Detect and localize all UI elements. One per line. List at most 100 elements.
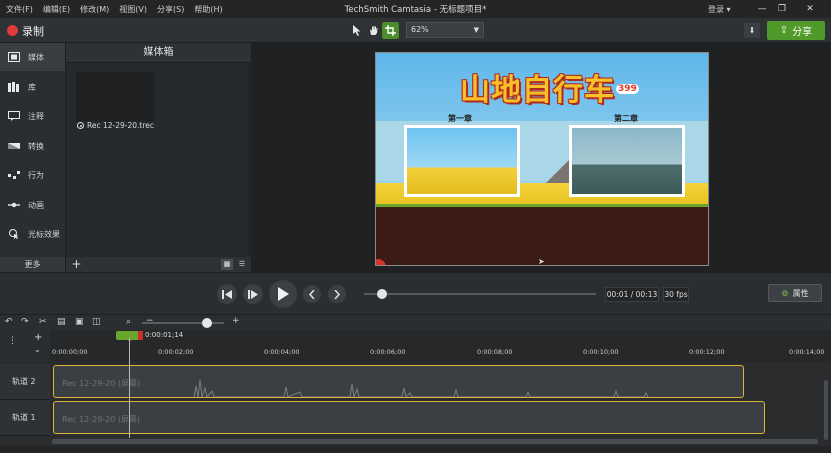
step-forward-button[interactable] xyxy=(243,284,263,304)
media-file-name: Rec 12-29-20.trec xyxy=(87,121,155,130)
login-button[interactable]: 登录 ▾ xyxy=(708,4,731,15)
track-1-header[interactable]: 轨道 1 xyxy=(0,400,50,436)
transition-icon xyxy=(7,141,21,151)
ruler-tick-label: 0:00:00;00 xyxy=(52,348,88,356)
track-2-clip[interactable]: Rec 12-29-20 (屏幕) xyxy=(53,365,744,398)
timeline-zoom-handle[interactable] xyxy=(202,318,212,328)
zoom-in-icon[interactable]: + xyxy=(232,316,240,326)
previous-marker-button[interactable] xyxy=(303,285,321,303)
gear-icon: ⚙ xyxy=(781,288,789,298)
game-brand-logo: 399 xyxy=(616,84,639,94)
zoom-out-icon[interactable]: − xyxy=(146,316,154,326)
video-preview[interactable]: 山地自行车 399 第一章 第二章 ➤ xyxy=(375,52,709,266)
menu-share[interactable]: 分享(S) xyxy=(157,4,184,15)
ruler-corner: ⋮ + ⌄ xyxy=(0,330,50,362)
track-name: 轨道 1 xyxy=(12,413,36,422)
nav-item-cursor-effects[interactable]: 光标效果 xyxy=(0,220,65,248)
media-thumbnail[interactable] xyxy=(76,72,154,121)
nav-item-annotations[interactable]: 注释 xyxy=(0,102,65,130)
paste-icon[interactable]: ▣ xyxy=(75,317,84,327)
track-name: 轨道 2 xyxy=(12,377,36,386)
minimize-icon[interactable]: — xyxy=(752,2,772,16)
nav-item-media[interactable]: 媒体 xyxy=(0,43,65,71)
record-button[interactable]: 录制 xyxy=(22,23,44,39)
cut-icon[interactable]: ✂ xyxy=(39,317,47,327)
mouse-cursor-icon: ➤ xyxy=(538,257,545,266)
menu-list: 文件(F) 编辑(E) 修改(M) 视图(V) 分享(S) 帮助(H) xyxy=(0,4,223,15)
main-toolbar: 录制 62% ▼ ⬇ ⇪ 分享 xyxy=(0,18,831,43)
menu-modify[interactable]: 修改(M) xyxy=(80,4,109,15)
chevron-down-icon: ▼ xyxy=(473,26,479,34)
playhead-out-marker[interactable] xyxy=(138,331,143,340)
chapter-1-label: 第一章 xyxy=(448,114,472,123)
media-bin-title: 媒体箱 xyxy=(66,43,251,63)
left-tool-nav: 媒体 库 注释 转换 行为 动画 光标效果 更多 xyxy=(0,43,65,272)
ruler-ticks: 0:00:00;00 0:00:02;00 0:00:04;00 0:00:06… xyxy=(52,346,831,362)
play-button[interactable] xyxy=(269,280,297,308)
copy-icon[interactable]: ▤ xyxy=(57,317,66,327)
track-2-header[interactable]: 轨道 2 xyxy=(0,364,50,400)
restore-icon[interactable]: ❐ xyxy=(772,2,792,16)
menu-view[interactable]: 视图(V) xyxy=(119,4,147,15)
menu-help[interactable]: 帮助(H) xyxy=(194,4,222,15)
recording-icon xyxy=(77,122,84,129)
ruler-tick-label: 0:00:06;00 xyxy=(370,348,406,356)
nav-label: 媒体 xyxy=(28,52,44,62)
properties-label: 属性 xyxy=(792,288,809,298)
chevron-down-icon[interactable]: ⌄ xyxy=(34,345,41,354)
step-back-button[interactable] xyxy=(217,284,237,304)
scrubber-handle[interactable] xyxy=(376,289,387,299)
chapter-2-label: 第二章 xyxy=(614,114,638,123)
split-icon[interactable]: ◫ xyxy=(92,317,101,327)
magnet-icon[interactable]: ⋮ xyxy=(8,336,17,346)
animation-icon xyxy=(7,200,21,210)
more-button[interactable]: 更多 xyxy=(0,257,65,272)
ruler-tick-label: 0:00:14;00 xyxy=(789,348,825,356)
record-icon[interactable] xyxy=(7,25,18,36)
add-media-icon[interactable]: + xyxy=(70,258,83,271)
nav-label: 转换 xyxy=(28,141,44,151)
nav-label: 行为 xyxy=(28,170,44,180)
timeline-toolbar: ↶ ↷ ✂ ▤ ▣ ◫ ⌕ − + xyxy=(0,314,831,330)
nav-item-library[interactable]: 库 xyxy=(0,73,65,101)
timeline-vertical-scrollbar[interactable] xyxy=(824,380,828,440)
ruler-tick-label: 0:00:12;00 xyxy=(689,348,725,356)
add-track-icon[interactable]: + xyxy=(34,332,42,343)
media-bin-footer: + ▦ ☰ xyxy=(66,257,251,272)
nav-item-animations[interactable]: 动画 xyxy=(0,191,65,219)
library-icon xyxy=(7,82,21,92)
nav-item-behaviors[interactable]: 行为 xyxy=(0,161,65,189)
ruler-tick-label: 0:00:02;00 xyxy=(158,348,194,356)
scrubber-track[interactable] xyxy=(364,293,596,295)
crop-tool-icon[interactable] xyxy=(382,22,399,39)
menu-edit[interactable]: 编辑(E) xyxy=(43,4,70,15)
grid-view-icon[interactable]: ▦ xyxy=(221,259,233,270)
pan-tool-icon[interactable] xyxy=(365,22,382,39)
menu-file[interactable]: 文件(F) xyxy=(6,4,33,15)
undo-icon[interactable]: ↶ xyxy=(5,317,13,327)
time-readout: 00:01 / 00:13 xyxy=(605,287,659,302)
redo-icon[interactable]: ↷ xyxy=(21,317,29,327)
share-button[interactable]: ⇪ 分享 xyxy=(767,21,825,40)
behavior-icon xyxy=(7,170,21,180)
media-file-item[interactable]: Rec 12-29-20.trec xyxy=(77,121,154,130)
ruler-tick-label: 0:00:08;00 xyxy=(477,348,513,356)
chapter-2-thumbnail xyxy=(569,125,685,197)
properties-button[interactable]: ⚙ 属性 xyxy=(768,284,822,302)
pointer-tool-icon[interactable] xyxy=(348,22,365,39)
close-icon[interactable]: ✕ xyxy=(800,2,820,16)
nav-item-transitions[interactable]: 转换 xyxy=(0,132,65,160)
game-title: 山地自行车 xyxy=(460,73,615,108)
playhead-line[interactable] xyxy=(129,338,130,438)
nav-label: 库 xyxy=(28,82,36,92)
cursor-effect-icon xyxy=(7,229,21,239)
track-1-clip[interactable]: Rec 12-29-20 (屏幕) xyxy=(53,401,765,434)
menu-bar: 文件(F) 编辑(E) 修改(M) 视图(V) 分享(S) 帮助(H) Tech… xyxy=(0,0,831,18)
zoom-search-icon[interactable]: ⌕ xyxy=(126,317,131,327)
download-icon[interactable]: ⬇ xyxy=(744,23,760,38)
ruler-tick-label: 0:00:04;00 xyxy=(264,348,300,356)
list-view-icon[interactable]: ☰ xyxy=(236,259,248,270)
next-marker-button[interactable] xyxy=(328,285,346,303)
zoom-select[interactable]: 62% ▼ xyxy=(406,22,484,38)
timeline-horizontal-scrollbar[interactable] xyxy=(52,439,818,444)
